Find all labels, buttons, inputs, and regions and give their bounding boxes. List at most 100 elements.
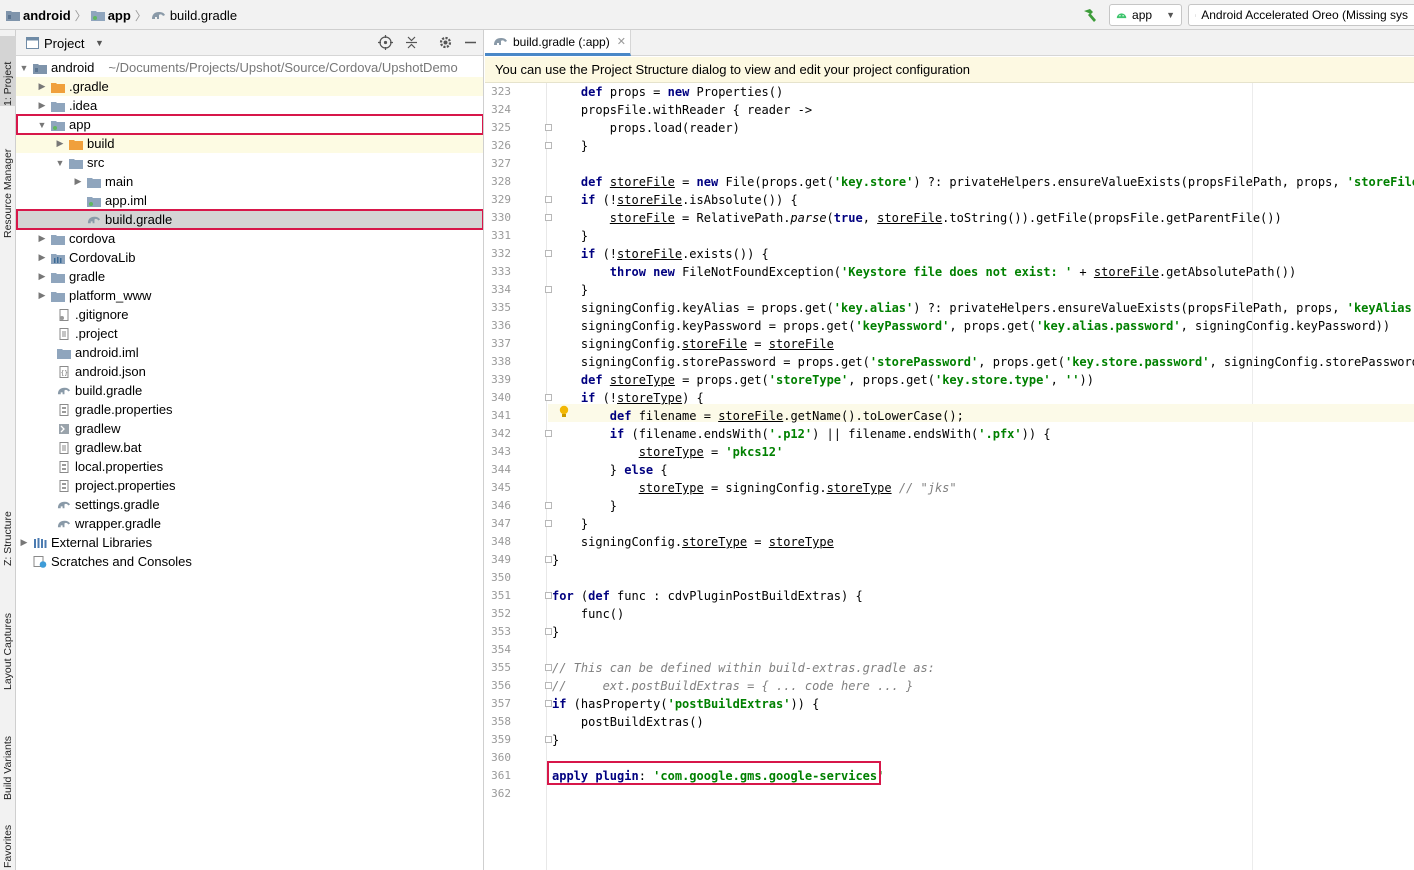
tree-collapsed-arrow[interactable]: ▶ (36, 252, 48, 263)
code-line[interactable]: props.load(reader) (552, 119, 740, 137)
gear-icon[interactable] (438, 35, 453, 50)
tree-expanded-arrow[interactable]: ▼ (36, 120, 48, 130)
code-line[interactable]: } (552, 137, 588, 155)
tree-node-gradlew-bat[interactable]: gradlew.bat (16, 438, 483, 457)
fold-marker[interactable] (545, 700, 552, 707)
fold-marker[interactable] (545, 214, 552, 221)
code-line[interactable]: def storeType = props.get('storeType', p… (552, 371, 1094, 389)
code-line[interactable]: signingConfig.storePassword = props.get(… (552, 353, 1414, 371)
tree-node-app-build-gradle[interactable]: build.gradle (16, 210, 483, 229)
fold-marker[interactable] (545, 736, 552, 743)
tool-tab-project[interactable]: 1: Project (0, 36, 16, 106)
code-line[interactable]: } (552, 227, 588, 245)
code-line[interactable]: def filename = storeFile.getName().toLow… (552, 407, 964, 425)
hide-minimize-icon[interactable] (463, 35, 478, 50)
tree-collapsed-arrow[interactable]: ▶ (18, 537, 30, 548)
tree-node-wrapper-gradle[interactable]: wrapper.gradle (16, 514, 483, 533)
code-line[interactable]: if (!storeType) { (552, 389, 704, 407)
lightbulb-icon[interactable] (559, 405, 569, 419)
code-line[interactable]: signingConfig.keyPassword = props.get('k… (552, 317, 1390, 335)
tree-node-cordovalib[interactable]: ▶ CordovaLib (16, 248, 483, 267)
code-line[interactable]: if (!storeFile.isAbsolute()) { (552, 191, 798, 209)
code-line[interactable]: signingConfig.storeFile = storeFile (552, 335, 834, 353)
code-line[interactable]: storeType = signingConfig.storeType // "… (552, 479, 957, 497)
tree-node-android-iml[interactable]: android.iml (16, 343, 483, 362)
fold-marker[interactable] (545, 628, 552, 635)
collapse-all-icon[interactable] (404, 35, 419, 50)
tree-expanded-arrow[interactable]: ▼ (54, 158, 66, 168)
tree-node-gradle-properties[interactable]: gradle.properties (16, 400, 483, 419)
tree-collapsed-arrow[interactable]: ▶ (36, 271, 48, 282)
tool-tab-structure[interactable]: Z: Structure (0, 484, 16, 566)
code-line[interactable]: func() (552, 605, 624, 623)
fold-marker[interactable] (545, 502, 552, 509)
code-line[interactable]: postBuildExtras() (552, 713, 704, 731)
fold-marker[interactable] (545, 520, 552, 527)
device-selector[interactable]: Android Accelerated Oreo (Missing sys (1188, 4, 1414, 26)
fold-marker[interactable] (545, 394, 552, 401)
tree-collapsed-arrow[interactable]: ▶ (36, 81, 48, 92)
code-line[interactable]: apply plugin: 'com.google.gms.google-ser… (552, 767, 884, 785)
close-icon[interactable]: ✕ (617, 35, 626, 48)
tree-collapsed-arrow[interactable]: ▶ (72, 176, 84, 187)
tree-node-app[interactable]: ▼ app (16, 115, 483, 134)
tree-node-cordova[interactable]: ▶ cordova (16, 229, 483, 248)
code-line[interactable]: throw new FileNotFoundException('Keystor… (552, 263, 1296, 281)
fold-marker[interactable] (545, 592, 552, 599)
tree-node-gitignore[interactable]: .gitignore (16, 305, 483, 324)
code-line[interactable]: } (552, 281, 588, 299)
code-line[interactable]: } (552, 551, 559, 569)
code-line[interactable]: } else { (552, 461, 668, 479)
fold-marker[interactable] (545, 556, 552, 563)
tree-collapsed-arrow[interactable]: ▶ (54, 138, 66, 149)
tree-node-external-libraries[interactable]: ▶ External Libraries (16, 533, 483, 552)
breadcrumb-root[interactable]: android (23, 8, 71, 23)
code-line[interactable]: } (552, 515, 588, 533)
code-line[interactable]: if (filename.endsWith('.p12') || filenam… (552, 425, 1051, 443)
tree-collapsed-arrow[interactable]: ▶ (36, 290, 48, 301)
tree-node-idea[interactable]: ▶ .idea (16, 96, 483, 115)
chevron-down-icon[interactable]: ▼ (95, 38, 104, 48)
code-line[interactable]: if (!storeFile.exists()) { (552, 245, 769, 263)
fold-marker[interactable] (545, 250, 552, 257)
tree-node-local-properties[interactable]: local.properties (16, 457, 483, 476)
tree-node-android[interactable]: ▼ android ~/Documents/Projects/Upshot/So… (16, 58, 483, 77)
code-line[interactable]: propsFile.withReader { reader -> (552, 101, 812, 119)
tree-node-settings-gradle[interactable]: settings.gradle (16, 495, 483, 514)
fold-marker[interactable] (545, 664, 552, 671)
editor-tab-build-gradle[interactable]: build.gradle (:app) ✕ (485, 30, 631, 56)
fold-marker[interactable] (545, 430, 552, 437)
tree-node-project[interactable]: .project (16, 324, 483, 343)
code-line[interactable]: def props = new Properties() (552, 83, 783, 101)
tool-tab-favorites[interactable]: Favorites (0, 820, 16, 868)
code-line[interactable]: signingConfig.storeType = storeType (552, 533, 834, 551)
tree-collapsed-arrow[interactable]: ▶ (36, 233, 48, 244)
code-line[interactable]: for (def func : cdvPluginPostBuildExtras… (552, 587, 863, 605)
code-line[interactable]: // This can be defined within build-extr… (552, 659, 935, 677)
tree-collapsed-arrow[interactable]: ▶ (36, 100, 48, 111)
tree-node-gradle-dir[interactable]: ▶ .gradle (16, 77, 483, 96)
code-line[interactable]: storeFile = RelativePath.parse(true, sto… (552, 209, 1282, 227)
code-line[interactable]: def storeFile = new File(props.get('key.… (552, 173, 1414, 191)
fold-marker[interactable] (545, 682, 552, 689)
code-line[interactable]: if (hasProperty('postBuildExtras')) { (552, 695, 819, 713)
tree-node-build[interactable]: ▶ build (16, 134, 483, 153)
code-line[interactable]: storeType = 'pkcs12' (552, 443, 784, 461)
tree-expanded-arrow[interactable]: ▼ (18, 63, 30, 73)
fold-marker[interactable] (545, 124, 552, 131)
code-line[interactable]: } (552, 731, 559, 749)
fold-marker[interactable] (545, 196, 552, 203)
build-hammer-icon[interactable] (1081, 7, 1098, 23)
code-line[interactable]: } (552, 623, 559, 641)
code-line[interactable]: signingConfig.keyAlias = props.get('key.… (552, 299, 1414, 317)
tree-node-gradlew[interactable]: gradlew (16, 419, 483, 438)
breadcrumb-file[interactable]: build.gradle (170, 8, 237, 23)
tree-node-app-iml[interactable]: app.iml (16, 191, 483, 210)
run-configuration-selector[interactable]: app ▼ (1109, 4, 1182, 26)
code-line[interactable]: // ext.postBuildExtras = { ... code here… (552, 677, 913, 695)
tool-tab-build-variants[interactable]: Build Variants (0, 712, 16, 800)
code-line[interactable]: } (552, 497, 617, 515)
tree-node-root-build-gradle[interactable]: build.gradle (16, 381, 483, 400)
project-view-selector[interactable]: Project (44, 36, 84, 51)
tree-node-scratches[interactable]: Scratches and Consoles (16, 552, 483, 571)
